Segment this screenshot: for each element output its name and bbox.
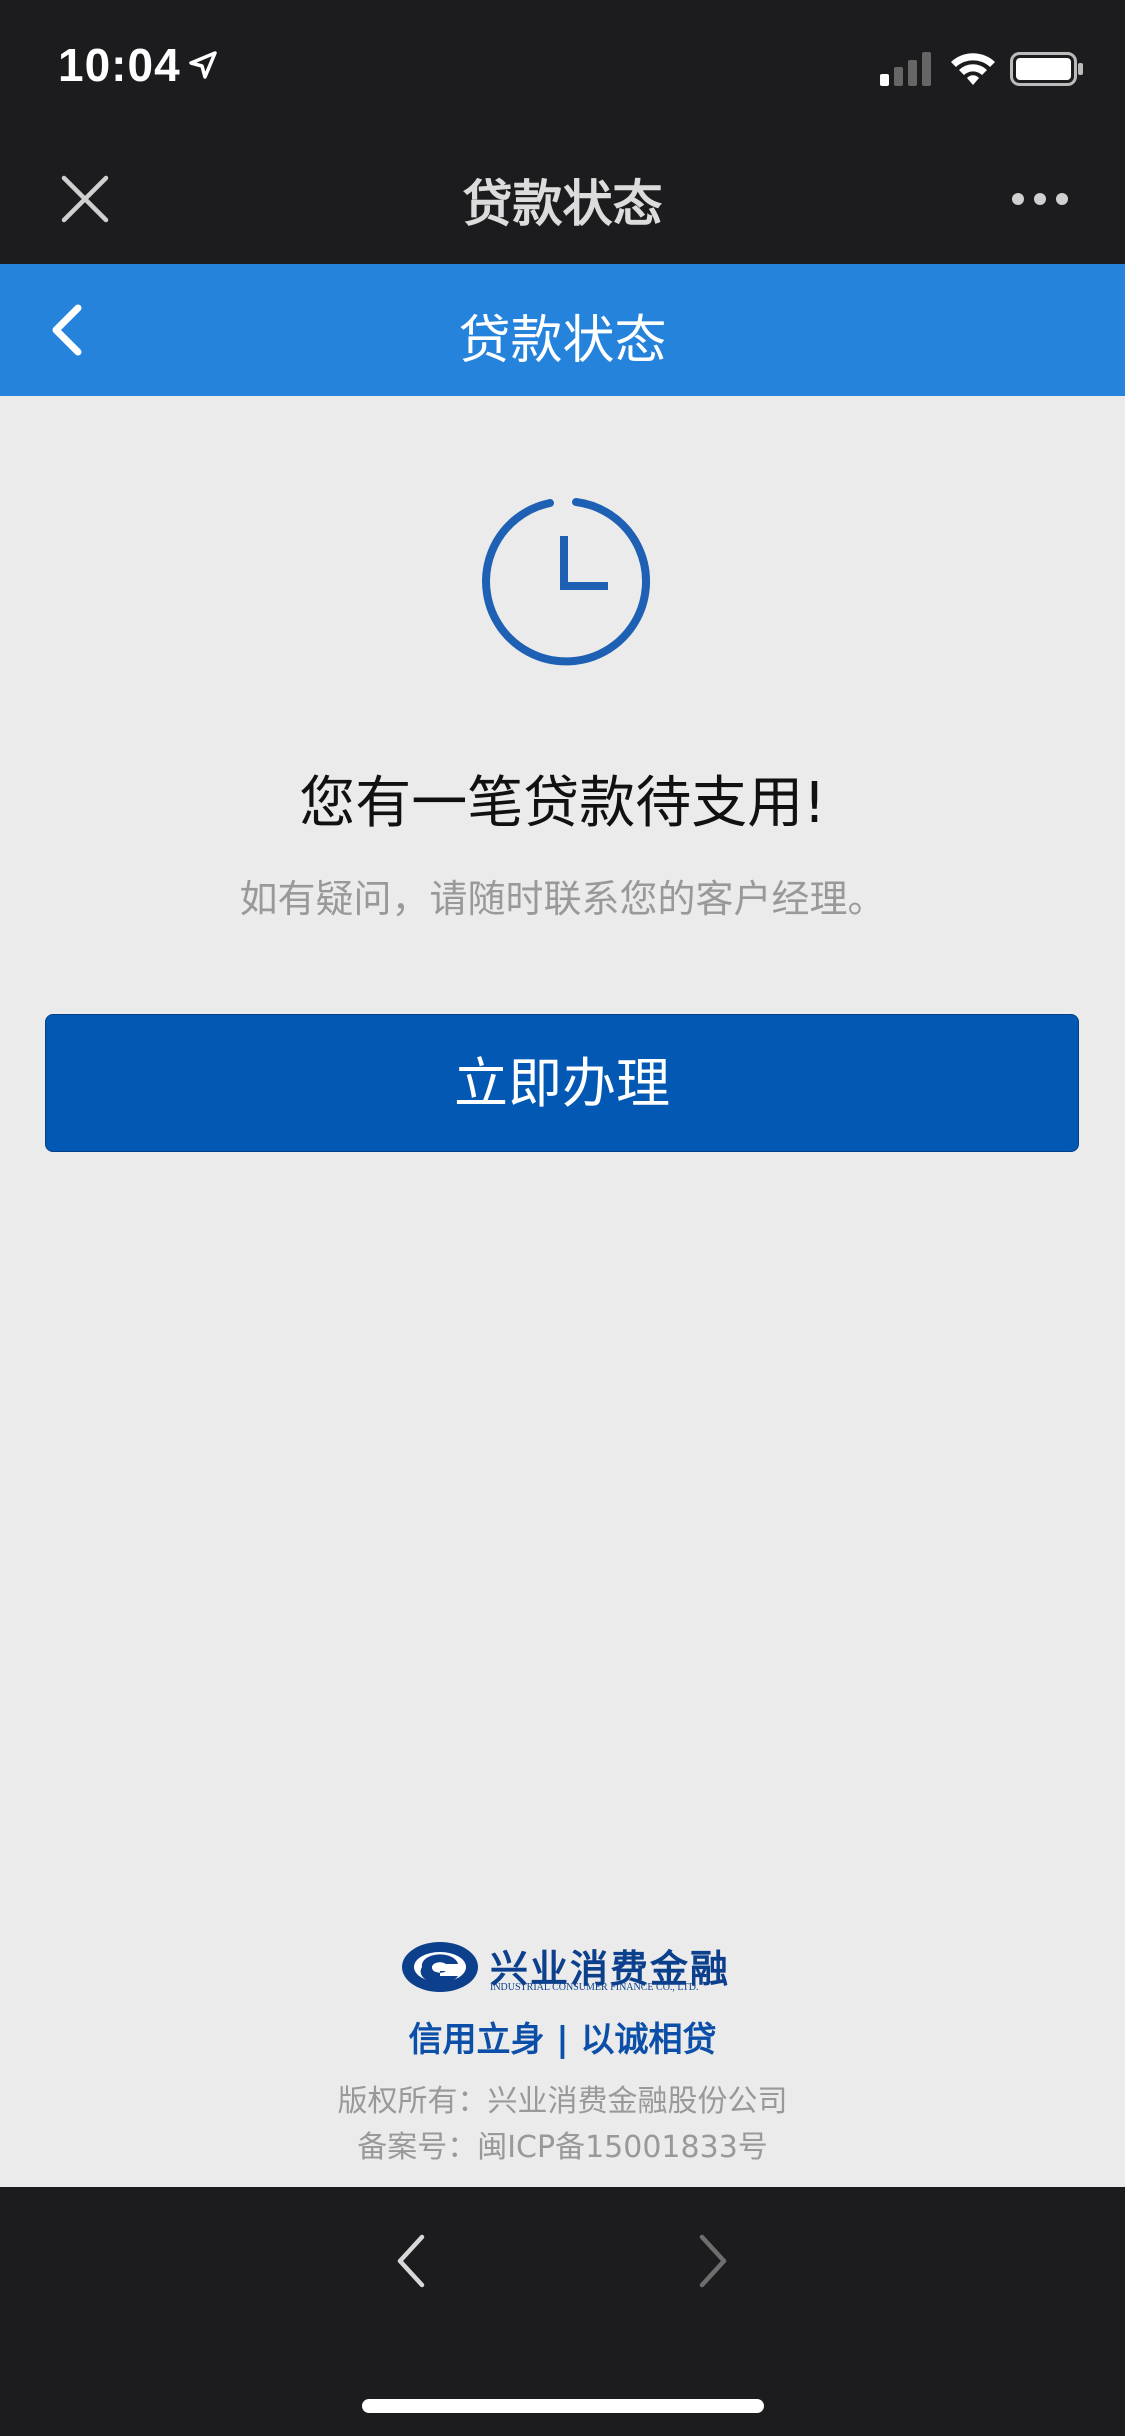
chevron-right-icon[interactable] [692,2231,732,2291]
page-title: 贷款状态 [458,311,667,371]
location-arrow-icon [189,51,217,79]
page-header: 贷款状态 [0,264,1125,396]
cellular-signal-icon [880,52,931,86]
browser-nav-bar: 贷款状态 [0,132,1125,264]
company-slogan: 信用立身 | 以诚相贷 [408,2020,717,2060]
battery-icon [1010,52,1083,86]
wifi-icon [951,53,995,85]
status-bar: 10:04 [0,0,1125,132]
status-time: 10:04 [58,39,181,91]
chevron-left-icon[interactable] [392,2231,432,2291]
copyright-text: 版权所有：兴业消费金融股份公司 [337,2084,788,2119]
browser-toolbar [0,2187,1125,2436]
process-now-button[interactable]: 立即办理 [45,1014,1079,1152]
home-indicator[interactable] [362,2399,764,2413]
company-logo-mark-icon [402,1942,478,1992]
nav-title: 贷款状态 [462,175,663,233]
logo-english-name: INDUSTRIAL CONSUMER FINANCE CO., LTD. [490,1982,699,1993]
clock-icon [482,498,650,666]
more-options-icon[interactable] [1010,190,1070,208]
company-logo: 兴业消费金融 INDUSTRIAL CONSUMER FINANCE CO., … [400,1938,730,1998]
icp-record-text: 备案号：闽ICP备15001833号 [357,2130,768,2165]
status-message-subtitle: 如有疑问，请随时联系您的客户经理。 [239,877,886,921]
status-message-title: 您有一笔贷款待支用! [299,771,826,836]
